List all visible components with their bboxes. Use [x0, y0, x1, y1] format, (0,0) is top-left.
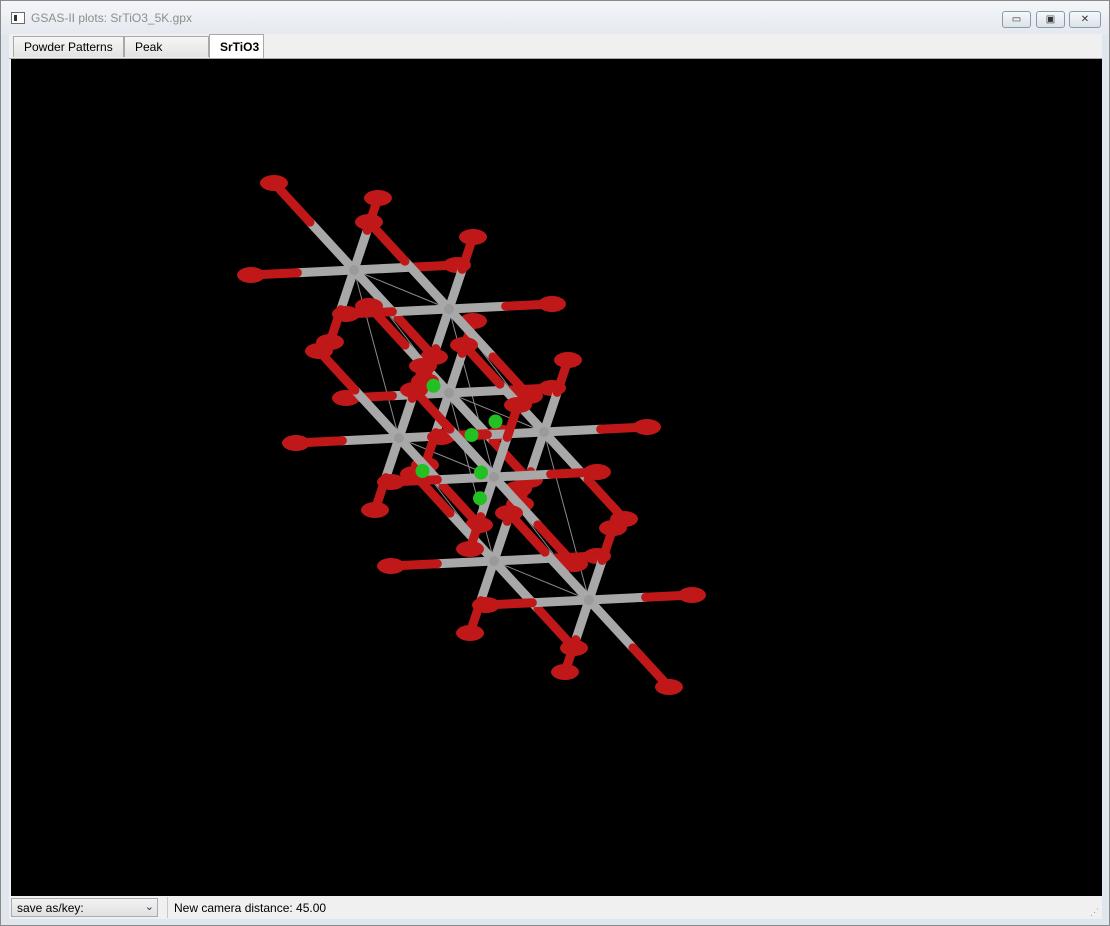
oxygen-atom: [237, 267, 265, 283]
titanium-atom: [489, 556, 499, 566]
titanium-atom: [349, 265, 359, 275]
ti-o-bond: [526, 427, 549, 477]
client-area: Powder Patterns Peak Widths SrTiO3 save …: [9, 34, 1102, 919]
oxygen-atom: [504, 397, 532, 413]
close-button[interactable]: ✕: [1069, 11, 1101, 28]
oxygen-atom: [599, 520, 627, 536]
chevron-down-icon[interactable]: ⌄: [145, 900, 154, 913]
ti-o-bond: [292, 265, 359, 278]
ti-o-bond: [539, 387, 562, 437]
oxygen-atom: [459, 229, 487, 245]
status-message: New camera distance: 45.00: [174, 901, 327, 915]
ti-o-bond: [444, 264, 467, 314]
plot-tabs: Powder Patterns Peak Widths SrTiO3: [9, 34, 1102, 74]
ti-o-bond: [444, 348, 467, 398]
titanium-atom: [444, 304, 454, 314]
oxygen-atom: [551, 664, 579, 680]
titanium-atom: [489, 472, 499, 482]
ti-o-bond: [444, 301, 511, 314]
strontium-atom: [488, 414, 503, 429]
title-bar[interactable]: GSAS-II plots: SrTiO3_5K.gpx ▭ ▣ ✕: [1, 1, 1109, 35]
oxygen-atom: [655, 679, 683, 695]
tab-peak-widths[interactable]: Peak Widths: [124, 36, 209, 74]
structure-plot[interactable]: [11, 59, 1102, 896]
oxygen-atom: [400, 382, 428, 398]
ti-o-bond: [476, 556, 499, 606]
ti-o-bond: [489, 469, 556, 482]
ti-o-bond: [489, 516, 512, 566]
structure-3d-canvas[interactable]: [11, 59, 1102, 896]
oxygen-atom: [282, 435, 310, 451]
plot-window: GSAS-II plots: SrTiO3_5K.gpx ▭ ▣ ✕ Powde…: [0, 0, 1110, 926]
ti-o-bond: [387, 304, 454, 317]
oxygen-atom: [260, 175, 288, 191]
minimize-button[interactable]: ▭: [1002, 11, 1031, 28]
strontium-atom: [464, 428, 479, 442]
ti-o-bond: [571, 595, 594, 645]
ti-o-bond: [489, 553, 556, 566]
ti-o-bond: [394, 393, 417, 443]
oxygen-atom: [364, 190, 392, 206]
titanium-atom: [444, 388, 454, 398]
oxygen-atom: [538, 296, 566, 312]
titanium-atom: [394, 433, 404, 443]
ti-o-bond: [584, 555, 607, 605]
oxygen-atom: [305, 343, 333, 359]
oxygen-atom: [332, 306, 360, 322]
ti-o-bond: [482, 427, 549, 440]
maximize-button[interactable]: ▣: [1036, 11, 1065, 28]
ti-o-bond: [539, 424, 606, 437]
oxygen-atom: [377, 474, 405, 490]
ti-o-bond: [432, 556, 499, 569]
oxygen-atom: [472, 597, 500, 613]
oxygen-atom: [495, 505, 523, 521]
strontium-atom: [473, 491, 487, 506]
ti-o-bond: [337, 433, 404, 446]
ti-o-bond: [584, 595, 638, 653]
oxygen-atom: [554, 352, 582, 368]
oxygen-atom: [355, 214, 383, 230]
ti-o-bond: [349, 262, 416, 275]
status-message-field: New camera distance: 45.00: [167, 897, 1101, 918]
oxygen-atom: [678, 587, 706, 603]
strontium-atom: [426, 378, 441, 393]
tab-srtio3[interactable]: SrTiO3: [209, 34, 264, 59]
ti-o-bond: [527, 595, 594, 608]
ti-o-bond: [431, 304, 454, 354]
ti-o-bond: [349, 225, 372, 275]
oxygen-atom: [361, 502, 389, 518]
ti-o-bond: [305, 217, 359, 275]
save-as-key-dropdown[interactable]: save as/key: ⌄: [11, 898, 158, 917]
window-title: GSAS-II plots: SrTiO3_5K.gpx: [31, 11, 192, 25]
ti-o-bond: [381, 433, 404, 483]
ti-o-bond: [336, 265, 359, 315]
oxygen-atom: [633, 419, 661, 435]
status-bar: save as/key: ⌄ New camera distance: 45.0…: [9, 896, 1102, 919]
ti-o-bond: [444, 385, 511, 398]
oxygen-atom: [456, 541, 484, 557]
strontium-atom: [474, 465, 488, 480]
ti-o-bond: [584, 592, 651, 605]
oxygen-atom: [377, 558, 405, 574]
strontium-atom: [415, 464, 430, 478]
titanium-atom: [584, 595, 594, 605]
resize-grip-icon[interactable]: ⋰: [1090, 907, 1100, 917]
save-as-key-value: save as/key:: [17, 901, 84, 915]
oxygen-atom: [450, 337, 478, 353]
oxygen-atom: [583, 464, 611, 480]
oxygen-atom: [456, 625, 484, 641]
app-icon: [11, 12, 25, 24]
tab-powder-patterns[interactable]: Powder Patterns: [13, 36, 124, 57]
titanium-atom: [539, 427, 549, 437]
